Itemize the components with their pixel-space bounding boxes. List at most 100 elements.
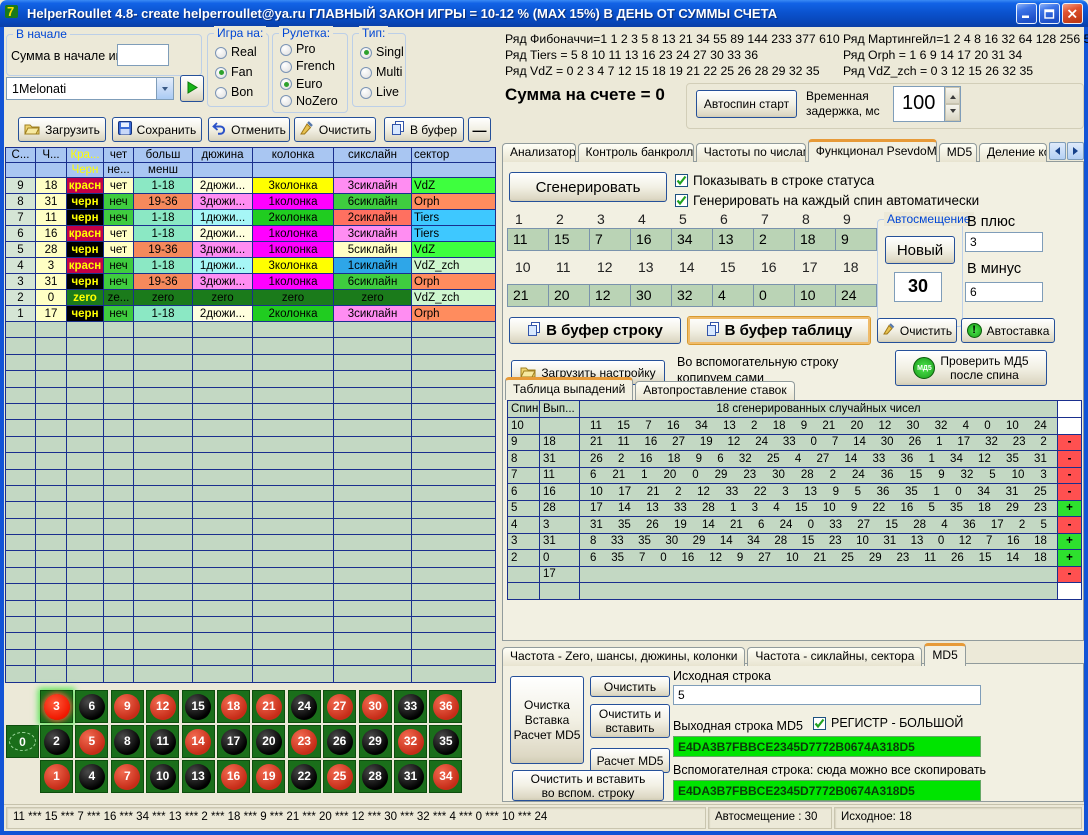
history-col-header[interactable]: менш: [134, 163, 193, 178]
autospin-start-button[interactable]: Автоспин старт: [696, 90, 797, 118]
history-col-header[interactable]: [334, 163, 412, 178]
tab-md5-bottom[interactable]: MD5: [924, 643, 965, 666]
undo-button[interactable]: Отменить: [208, 117, 290, 142]
uppercase-checkbox[interactable]: [813, 717, 826, 730]
history-col-header[interactable]: С...: [6, 148, 36, 163]
md5-multi-button[interactable]: ОчисткаВставкаРасчет MD5: [510, 676, 584, 764]
roulette-cell-zero[interactable]: 0: [6, 725, 39, 758]
roulette-cell-6[interactable]: 6: [75, 690, 108, 723]
autobet-button[interactable]: ! Автоставка: [961, 318, 1055, 343]
roulette-cell-26[interactable]: 26: [323, 725, 356, 758]
history-col-header[interactable]: Кра...: [67, 148, 104, 163]
roulette-cell-4[interactable]: 4: [75, 760, 108, 793]
roulette-cell-25[interactable]: 25: [323, 760, 356, 793]
roulette-cell-20[interactable]: 20: [252, 725, 285, 758]
history-col-header[interactable]: больш: [134, 148, 193, 163]
clear-paste-aux-button[interactable]: Очистить и вставитьво вспом. строку: [512, 770, 664, 801]
maximize-button[interactable]: [1039, 3, 1060, 24]
roulette-cell-34[interactable]: 34: [429, 760, 462, 793]
clear-generated-button[interactable]: Очистить: [877, 318, 957, 343]
new-shift-button[interactable]: Новый: [885, 236, 955, 264]
roulette-cell-5[interactable]: 5: [75, 725, 108, 758]
check-md5-button[interactable]: МД5 Проверить МД5после спина: [895, 350, 1047, 386]
md5-clear-button[interactable]: Очистить: [590, 676, 670, 697]
spinner-down-icon[interactable]: [945, 104, 960, 121]
roulette-cell-15[interactable]: 15: [182, 690, 215, 723]
history-col-header[interactable]: Черн: [67, 163, 104, 178]
delay-spinner[interactable]: 100: [893, 86, 961, 122]
tab-freq-sixlines[interactable]: Частота - сиклайны, сектора: [747, 647, 922, 666]
roulette-cell-32[interactable]: 32: [394, 725, 427, 758]
close-button[interactable]: [1062, 3, 1083, 24]
show-status-checkbox[interactable]: [675, 174, 688, 187]
tab-freq-zero[interactable]: Частота - Zero, шансы, дюжины, колонки: [502, 647, 745, 666]
roulette-cell-9[interactable]: 9: [111, 690, 144, 723]
history-col-header[interactable]: [6, 163, 36, 178]
tab-scroll-right-icon[interactable]: [1067, 142, 1084, 160]
roulette-cell-11[interactable]: 11: [146, 725, 179, 758]
roulette-cell-24[interactable]: 24: [288, 690, 321, 723]
history-col-header[interactable]: Ч...: [36, 148, 67, 163]
tab-analyzer[interactable]: Анализатор: [502, 143, 576, 162]
tab-psevdoms[interactable]: Функционал PsevdoMS: [808, 139, 937, 162]
history-col-header[interactable]: [412, 163, 496, 178]
roulette-cell-30[interactable]: 30: [359, 690, 392, 723]
auto-generate-checkbox[interactable]: [675, 194, 688, 207]
combo-dropdown-icon[interactable]: [156, 78, 173, 99]
minus-input[interactable]: 6: [965, 282, 1043, 302]
radio-nozero[interactable]: NoZero: [280, 95, 347, 108]
radio-pro[interactable]: Pro: [280, 43, 347, 56]
history-col-header[interactable]: [193, 163, 253, 178]
tab-spins-table[interactable]: Таблица выпадений: [505, 377, 633, 400]
radio-bon[interactable]: Bon: [215, 86, 268, 99]
history-col-header[interactable]: не...: [104, 163, 134, 178]
roulette-cell-19[interactable]: 19: [252, 760, 285, 793]
md5-clear-paste-button[interactable]: Очистить ивставить: [590, 704, 670, 738]
roulette-cell-18[interactable]: 18: [217, 690, 250, 723]
minimize-button[interactable]: [1016, 3, 1037, 24]
roulette-cell-13[interactable]: 13: [182, 760, 215, 793]
roulette-cell-27[interactable]: 27: [323, 690, 356, 723]
save-button[interactable]: Сохранить: [112, 117, 202, 142]
copy-buffer-button[interactable]: В буфер: [384, 117, 464, 142]
roulette-cell-8[interactable]: 8: [111, 725, 144, 758]
roulette-cell-35[interactable]: 35: [429, 725, 462, 758]
generate-button[interactable]: Сгенерировать: [509, 172, 667, 202]
history-col-header[interactable]: сектор: [412, 148, 496, 163]
roulette-cell-33[interactable]: 33: [394, 690, 427, 723]
roulette-cell-16[interactable]: 16: [217, 760, 250, 793]
plus-input[interactable]: 3: [965, 232, 1043, 252]
roulette-cell-10[interactable]: 10: [146, 760, 179, 793]
radio-french[interactable]: French: [280, 60, 347, 73]
roulette-cell-23[interactable]: 23: [288, 725, 321, 758]
history-col-header[interactable]: [253, 163, 334, 178]
aux-string-field[interactable]: E4DA3B7FBBCE2345D7772B0674A318D5: [673, 780, 981, 801]
tab-bankroll[interactable]: Контроль банкролла: [578, 143, 694, 162]
title-bar[interactable]: 7 HelperRoullet 4.8- create helperroulle…: [0, 0, 1088, 27]
spinner-up-icon[interactable]: [945, 87, 960, 104]
roulette-cell-36[interactable]: 36: [429, 690, 462, 723]
collapse-button[interactable]: —: [468, 117, 491, 142]
radio-multi[interactable]: Multi: [360, 66, 405, 79]
preset-combobox[interactable]: 1Melonati: [6, 77, 174, 100]
history-col-header[interactable]: колонка: [253, 148, 334, 163]
history-col-header[interactable]: сикслайн: [334, 148, 412, 163]
history-col-header[interactable]: чет: [104, 148, 134, 163]
history-col-header[interactable]: дюжина: [193, 148, 253, 163]
clear-button[interactable]: Очистить: [294, 117, 376, 142]
source-string-input[interactable]: 5: [673, 685, 981, 705]
tab-division[interactable]: Деление ко: [979, 143, 1047, 162]
tab-scroll-left-icon[interactable]: [1049, 142, 1066, 160]
roulette-cell-17[interactable]: 17: [217, 725, 250, 758]
radio-fan[interactable]: Fan: [215, 66, 268, 79]
tab-md5[interactable]: MD5: [939, 143, 977, 162]
md5-hash-field[interactable]: E4DA3B7FBBCE2345D7772B0674A318D5: [673, 736, 981, 757]
roulette-cell-28[interactable]: 28: [359, 760, 392, 793]
tab-frequencies[interactable]: Частоты по числам: [696, 143, 806, 162]
roulette-cell-7[interactable]: 7: [111, 760, 144, 793]
tab-autobet[interactable]: Автопроставление ставок: [635, 381, 794, 400]
radio-real[interactable]: Real: [215, 46, 268, 59]
roulette-cell-12[interactable]: 12: [146, 690, 179, 723]
radio-euro[interactable]: Euro: [280, 78, 347, 91]
buffer-row-button[interactable]: В буфер строку: [509, 317, 681, 344]
